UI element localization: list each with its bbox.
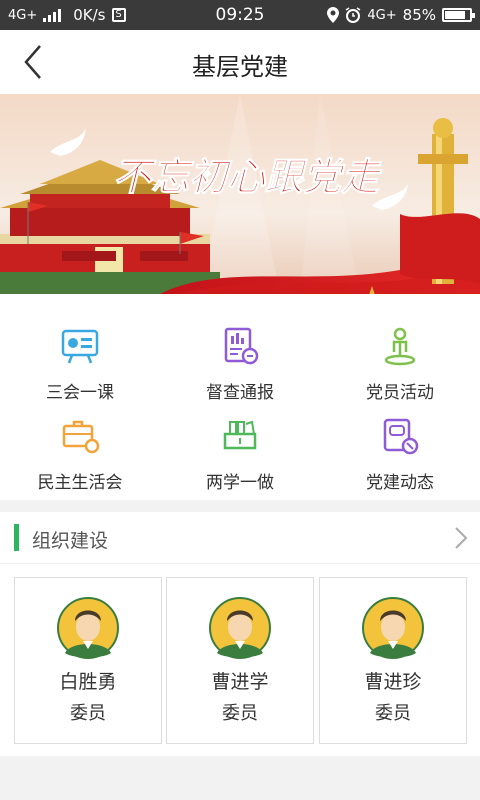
location-icon [327,7,340,23]
battery-percent: 85% [402,6,436,24]
shortcut-grid: 三会一课 督查通报 党员活动 民主生活会 两学一做 党建动态 [0,294,480,500]
battery-icon [442,8,475,22]
shortcut-three-meetings[interactable]: 三会一课 [0,306,160,403]
banner-slogan: 不忘初心跟党走 [113,154,383,199]
meeting-board-icon [61,329,99,364]
member-role: 委员 [222,703,258,724]
chevron-right-icon[interactable] [454,526,468,550]
shortcut-two-studies[interactable]: 两学一做 [160,396,320,493]
books-icon [223,420,257,450]
shortcut-inspection-report[interactable]: 督查通报 [160,306,320,403]
member-role: 委员 [70,703,106,724]
org-section: 组织建设 白胜勇 委员 曹进学 委员 曹进珍 委员 [0,512,480,756]
page-title: 基层党建 [192,53,288,81]
avatar [57,597,119,659]
member-card[interactable]: 曹进珍 委员 [319,577,467,744]
shortcut-label: 民主生活会 [37,473,123,493]
person-pin-icon [384,327,416,366]
shortcut-label: 党建动态 [366,473,434,493]
network-type-right: 4G+ [367,7,397,23]
section-title: 组织建设 [32,530,109,552]
chat-document-icon [383,418,419,455]
member-card[interactable]: 白胜勇 委员 [14,577,162,744]
banner[interactable]: 不忘初心跟党走 [0,94,480,294]
banner-image: 不忘初心跟党走 [0,94,480,294]
report-chart-icon [224,327,259,365]
avatar [362,597,424,659]
member-name: 白胜勇 [59,671,117,693]
status-bar: 4G+ 0K/s S 09:25 4G+ 85% [0,0,480,30]
member-name: 曹进珍 [364,671,422,693]
shortcut-label: 两学一做 [206,473,274,493]
shortcut-member-activity[interactable]: 党员活动 [320,306,480,403]
alarm-icon [345,7,361,23]
nav-bar: 基层党建 [0,30,480,94]
briefcase-icon [62,420,100,454]
org-section-header[interactable]: 组织建设 [0,512,480,564]
member-card[interactable]: 曹进学 委员 [166,577,314,744]
member-name: 曹进学 [211,671,269,693]
section-accent-bar [14,524,19,551]
member-role: 委员 [375,703,411,724]
shortcut-democratic-life[interactable]: 民主生活会 [0,396,160,493]
shortcut-party-news[interactable]: 党建动态 [320,396,480,493]
avatar [209,597,271,659]
